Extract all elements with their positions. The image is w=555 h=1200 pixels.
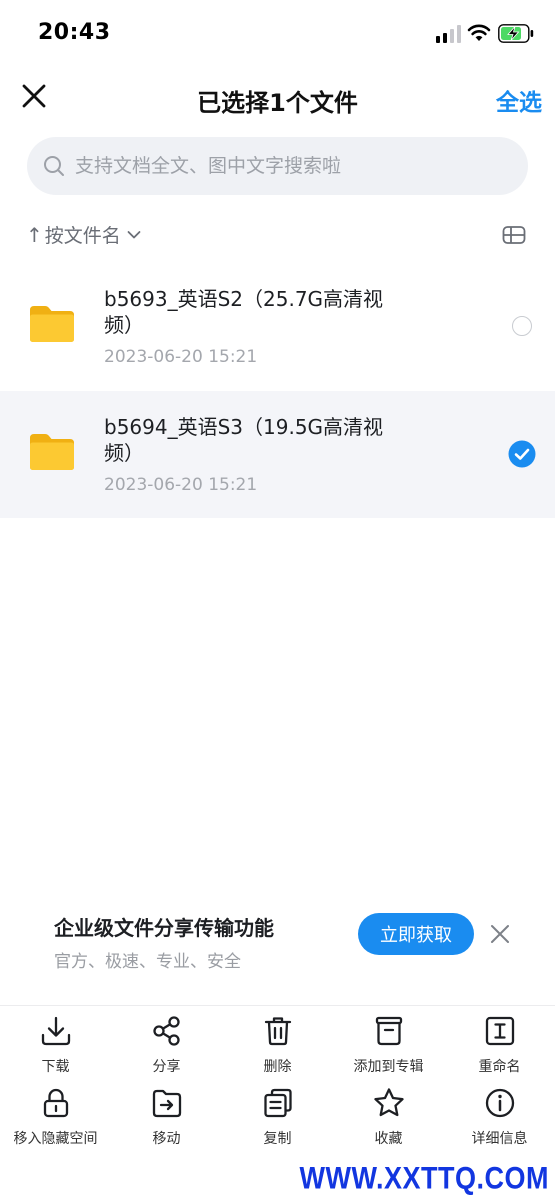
share-label: 分享 bbox=[152, 1059, 181, 1075]
download-icon bbox=[41, 1016, 70, 1046]
rename-icon bbox=[485, 1016, 514, 1046]
sort-arrow-up-icon: ↑ bbox=[26, 222, 43, 247]
details-button[interactable]: 详细信息 bbox=[444, 1082, 555, 1154]
search-icon bbox=[44, 156, 64, 176]
file-row[interactable]: b5693_英语S2（25.7G高清视频） 2023-06-20 15:21 bbox=[0, 263, 555, 390]
move-folder-icon bbox=[152, 1089, 181, 1118]
share-icon bbox=[152, 1016, 180, 1046]
download-button[interactable]: 下载 bbox=[0, 1010, 111, 1082]
toolbar-divider bbox=[0, 1005, 555, 1006]
star-icon bbox=[373, 1088, 404, 1117]
get-now-button[interactable]: 立即获取 bbox=[358, 913, 474, 955]
sort-by-name-button[interactable]: ↑ 按文件名 bbox=[26, 221, 141, 248]
move-to-hidden-label: 移入隐藏空间 bbox=[13, 1131, 98, 1147]
add-to-album-button[interactable]: 添加到专辑 bbox=[333, 1010, 444, 1082]
rename-label: 重命名 bbox=[478, 1059, 521, 1075]
page-title: 已选择1个文件 bbox=[197, 89, 358, 117]
trash-icon bbox=[264, 1017, 291, 1046]
album-box-icon bbox=[375, 1016, 402, 1046]
top-nav: 已选择1个文件 全选 bbox=[0, 66, 555, 130]
file-name: b5694_英语S3（19.5G高清视频） bbox=[104, 415, 384, 465]
cellular-signal-icon bbox=[436, 25, 462, 43]
watermark-text: WWW.XXTTQ.COM bbox=[299, 1160, 549, 1196]
add-to-album-label: 添加到专辑 bbox=[353, 1059, 424, 1075]
select-all-button[interactable]: 全选 bbox=[496, 83, 542, 117]
file-name: b5693_英语S2（25.7G高清视频） bbox=[104, 287, 384, 337]
file-select-radio[interactable] bbox=[512, 316, 532, 336]
sort-label: 按文件名 bbox=[44, 225, 121, 247]
status-bar: 20:43 bbox=[0, 0, 555, 66]
file-date: 2023-06-20 15:21 bbox=[104, 475, 258, 495]
action-toolbar: 下载 分享 删除 添加到专辑 重命名 移入隐藏空间 移动 复制 收藏 详细信息 bbox=[0, 1010, 555, 1160]
favorite-label: 收藏 bbox=[374, 1131, 403, 1147]
status-time: 20:43 bbox=[38, 20, 111, 45]
file-date: 2023-06-20 15:21 bbox=[104, 347, 258, 367]
share-button[interactable]: 分享 bbox=[111, 1010, 222, 1082]
info-icon bbox=[485, 1088, 514, 1118]
promo-title: 企业级文件分享传输功能 bbox=[54, 916, 274, 940]
details-label: 详细信息 bbox=[471, 1131, 528, 1147]
checkmark-selected-icon[interactable] bbox=[508, 440, 536, 468]
move-to-hidden-button[interactable]: 移入隐藏空间 bbox=[0, 1082, 111, 1154]
wifi-icon bbox=[467, 24, 491, 41]
promo-banner: 企业级文件分享传输功能 官方、极速、专业、安全 立即获取 bbox=[0, 900, 555, 1000]
copy-icon bbox=[263, 1088, 292, 1118]
move-label: 移动 bbox=[152, 1131, 181, 1147]
download-label: 下载 bbox=[41, 1059, 70, 1075]
promo-subtitle: 官方、极速、专业、安全 bbox=[54, 952, 241, 972]
copy-label: 复制 bbox=[263, 1131, 292, 1147]
search-bar[interactable] bbox=[27, 137, 528, 195]
file-row[interactable]: b5694_英语S3（19.5G高清视频） 2023-06-20 15:21 bbox=[0, 391, 555, 518]
copy-button[interactable]: 复制 bbox=[222, 1082, 333, 1154]
search-input[interactable] bbox=[75, 155, 495, 177]
battery-charging-icon bbox=[498, 24, 534, 43]
chevron-down-icon bbox=[127, 230, 141, 238]
folder-icon bbox=[30, 306, 74, 342]
folder-icon bbox=[30, 434, 74, 470]
close-icon[interactable] bbox=[488, 922, 512, 946]
rename-button[interactable]: 重命名 bbox=[444, 1010, 555, 1082]
delete-button[interactable]: 删除 bbox=[222, 1010, 333, 1082]
move-button[interactable]: 移动 bbox=[111, 1082, 222, 1154]
delete-label: 删除 bbox=[263, 1059, 292, 1075]
lock-icon bbox=[43, 1088, 68, 1118]
view-mode-icon[interactable] bbox=[502, 224, 526, 246]
favorite-button[interactable]: 收藏 bbox=[333, 1082, 444, 1154]
